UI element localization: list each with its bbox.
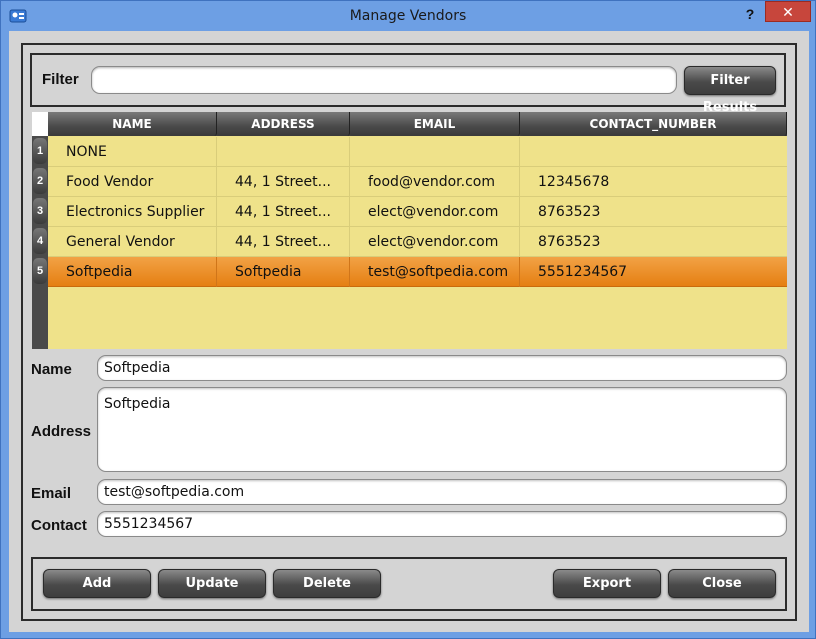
cell-address: Softpedia (217, 257, 350, 287)
email-field[interactable]: test@softpedia.com (97, 479, 787, 505)
table-row[interactable]: NONE (48, 137, 787, 167)
action-button-panel: Add Update Delete Export Close (31, 557, 787, 611)
cell-contact: 5551234567 (538, 264, 628, 280)
window-title: Manage Vendors (349, 8, 467, 24)
cell-address: 44, 1 Street... (217, 197, 350, 227)
filter-label: Filter (42, 71, 79, 88)
cell-address (217, 137, 350, 167)
cell-name: Food Vendor (48, 167, 217, 197)
column-header-contact-number[interactable]: CONTACT_NUMBER (520, 112, 787, 136)
row-number[interactable]: 2 (33, 168, 47, 194)
column-header-address[interactable]: ADDRESS (217, 112, 350, 136)
address-label: Address (31, 423, 92, 440)
row-number[interactable]: 1 (33, 138, 47, 164)
row-number[interactable]: 3 (33, 198, 47, 224)
name-field[interactable]: Softpedia (97, 355, 787, 381)
window-close-button[interactable]: ✕ (765, 1, 811, 22)
cell-name: Softpedia (48, 257, 217, 287)
cell-contact: 12345678 (538, 174, 610, 190)
update-button[interactable]: Update (158, 569, 266, 598)
grid-header: NAME ADDRESS EMAIL CONTACT_NUMBER (48, 112, 787, 136)
delete-button[interactable]: Delete (273, 569, 381, 598)
filter-results-button[interactable]: Filter Results (684, 66, 776, 115)
filter-input[interactable] (91, 66, 677, 94)
cell-email: food@vendor.com (350, 167, 520, 197)
name-label: Name (31, 361, 72, 378)
address-field[interactable]: Softpedia (97, 387, 787, 472)
cell-contact: 8763523 (538, 204, 601, 220)
column-header-name[interactable]: NAME (48, 112, 217, 136)
row-number[interactable]: 5 (33, 258, 47, 284)
close-button[interactable]: Close (668, 569, 776, 598)
cell-email: test@softpedia.com (350, 257, 520, 287)
cell-email (350, 137, 520, 167)
contact-label: Contact (31, 517, 87, 534)
cell-address: 44, 1 Street... (217, 167, 350, 197)
cell-address: 44, 1 Street... (217, 227, 350, 257)
contact-field[interactable]: 5551234567 (97, 511, 787, 537)
table-row[interactable]: General Vendor 44, 1 Street... elect@ven… (48, 227, 787, 257)
table-row[interactable]: Electronics Supplier 44, 1 Street... ele… (48, 197, 787, 227)
cell-name: Electronics Supplier (48, 197, 217, 227)
help-button[interactable]: ? (739, 4, 761, 24)
vendors-grid[interactable]: NAME ADDRESS EMAIL CONTACT_NUMBER 1 NONE… (32, 112, 787, 349)
filter-panel: Filter Filter Results (30, 53, 786, 115)
table-row-selected[interactable]: Softpedia Softpedia test@softpedia.com 5… (48, 257, 787, 287)
cell-email: elect@vendor.com (350, 227, 520, 257)
add-button[interactable]: Add (43, 569, 151, 598)
email-label: Email (31, 485, 72, 502)
title-bar[interactable]: Manage Vendors ? ✕ (1, 1, 815, 31)
client-area: Filter Filter Results NAME ADDRESS EMAIL… (9, 31, 809, 632)
cell-name: NONE (48, 137, 217, 167)
cell-contact: 8763523 (538, 234, 601, 250)
column-header-email[interactable]: EMAIL (350, 112, 520, 136)
export-button[interactable]: Export (553, 569, 661, 598)
table-row[interactable]: Food Vendor 44, 1 Street... food@vendor.… (48, 167, 787, 197)
grid-corner[interactable] (32, 112, 48, 136)
row-number[interactable]: 4 (33, 228, 47, 254)
cell-name: General Vendor (48, 227, 217, 257)
cell-contact (520, 137, 787, 167)
manage-vendors-window: Manage Vendors ? ✕ Filter Filter Results… (0, 0, 816, 639)
cell-email: elect@vendor.com (350, 197, 520, 227)
